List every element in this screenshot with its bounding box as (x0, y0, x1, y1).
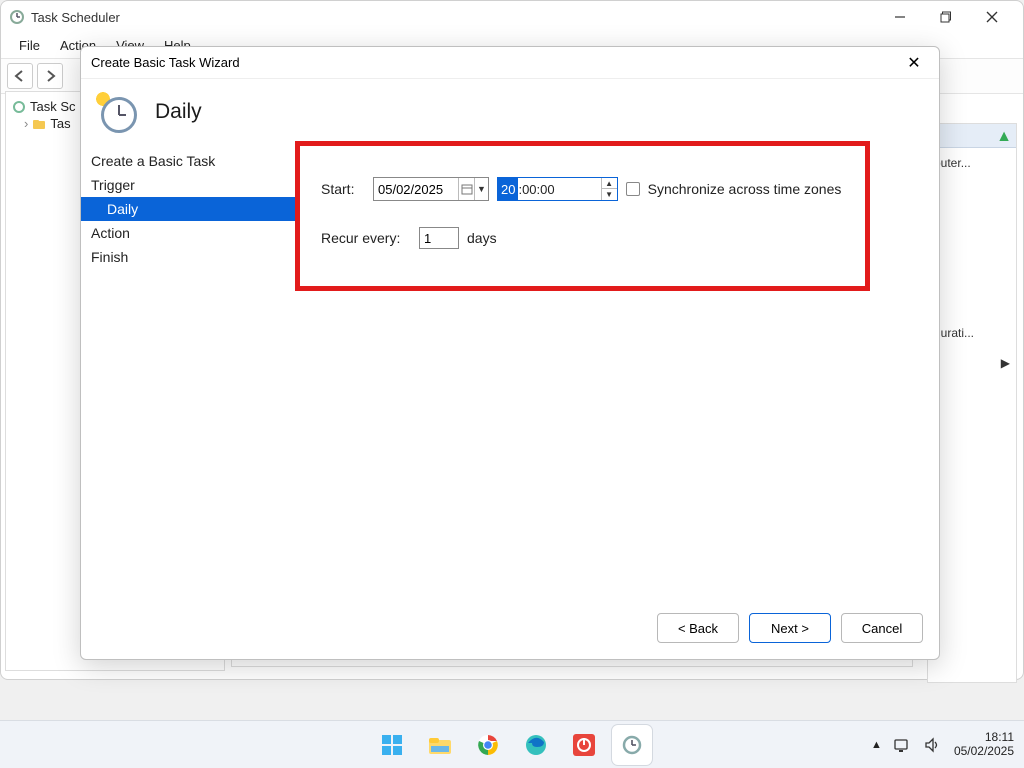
back-button[interactable]: < Back (657, 613, 739, 643)
time-rest[interactable]: :00:00 (518, 182, 556, 197)
time-spinner[interactable]: ▲ ▼ (601, 178, 617, 200)
start-button[interactable] (372, 725, 412, 765)
volume-icon[interactable] (924, 737, 942, 753)
app-title: Task Scheduler (31, 10, 120, 25)
calendar-icon[interactable] (458, 178, 474, 200)
tray-time: 18:11 (954, 731, 1014, 745)
edge-icon[interactable] (516, 725, 556, 765)
wizard-steps: Create a Basic Task Trigger Daily Action… (81, 141, 297, 603)
actions-header: ▲ (928, 124, 1016, 148)
minimize-button[interactable] (877, 3, 923, 31)
system-tray: ▲ 18:11 05/02/2025 (871, 731, 1024, 759)
expand-right-icon[interactable]: ▶ (928, 348, 1016, 378)
actions-panel: ▲ puter... gurati... ▶ (927, 123, 1017, 683)
app-icon (9, 9, 25, 25)
close-button[interactable] (969, 3, 1015, 31)
chevron-down-icon[interactable]: ▼ (474, 178, 488, 200)
cancel-button[interactable]: Cancel (841, 613, 923, 643)
maximize-button[interactable] (923, 3, 969, 31)
start-date-input[interactable] (374, 178, 458, 200)
menu-file[interactable]: File (11, 36, 48, 55)
spin-down-icon[interactable]: ▼ (602, 189, 617, 200)
start-time-picker[interactable]: 20 :00:00 ▲ ▼ (497, 177, 618, 201)
taskbar: ▲ 18:11 05/02/2025 (0, 720, 1024, 768)
start-date-picker[interactable]: ▼ (373, 177, 489, 201)
tray-chevron-icon[interactable]: ▲ (871, 739, 882, 751)
chrome-icon[interactable] (468, 725, 508, 765)
forward-nav-button[interactable] (37, 63, 63, 89)
collapse-up-icon[interactable]: ▲ (996, 128, 1012, 146)
clock-icon (12, 100, 26, 114)
recur-label: Recur every: (321, 230, 411, 246)
sync-timezones-checkbox[interactable] (626, 182, 640, 196)
spin-up-icon[interactable]: ▲ (602, 178, 617, 189)
wizard-title-text: Create Basic Task Wizard (91, 55, 240, 70)
folder-icon (32, 117, 46, 131)
explorer-icon[interactable] (420, 725, 460, 765)
start-label: Start: (321, 181, 365, 197)
step-daily[interactable]: Daily (81, 197, 297, 221)
tray-date: 05/02/2025 (954, 745, 1014, 759)
wizard-dialog: Create Basic Task Wizard ✕ Daily Create … (80, 46, 940, 660)
close-icon[interactable]: ✕ (899, 53, 929, 73)
wizard-header: Daily (81, 79, 939, 141)
sync-timezones-label: Synchronize across time zones (648, 181, 842, 197)
expand-icon: › (24, 116, 28, 131)
recur-unit-label: days (467, 230, 497, 246)
step-action[interactable]: Action (81, 221, 297, 245)
tray-clock[interactable]: 18:11 05/02/2025 (954, 731, 1014, 759)
wizard-clock-icon (95, 91, 137, 133)
action-item-1[interactable]: puter... (928, 148, 1016, 178)
next-button[interactable]: Next > (749, 613, 831, 643)
titlebar: Task Scheduler (1, 1, 1023, 33)
wizard-content: Start: ▼ 20 :00:00 ▲ ▼ (297, 141, 939, 603)
wizard-heading: Daily (155, 100, 202, 124)
recur-days-input[interactable] (419, 227, 459, 249)
wizard-titlebar: Create Basic Task Wizard ✕ (81, 47, 939, 79)
time-hours-selected[interactable]: 20 (498, 178, 518, 200)
power-icon[interactable] (564, 725, 604, 765)
action-item-2[interactable]: gurati... (928, 318, 1016, 348)
step-finish[interactable]: Finish (81, 245, 297, 269)
network-icon[interactable] (894, 737, 912, 753)
annotation-highlight (295, 141, 870, 291)
task-scheduler-taskbar-icon[interactable] (612, 725, 652, 765)
step-create-basic-task[interactable]: Create a Basic Task (81, 149, 297, 173)
step-trigger[interactable]: Trigger (81, 173, 297, 197)
wizard-footer: < Back Next > Cancel (81, 603, 939, 659)
back-nav-button[interactable] (7, 63, 33, 89)
